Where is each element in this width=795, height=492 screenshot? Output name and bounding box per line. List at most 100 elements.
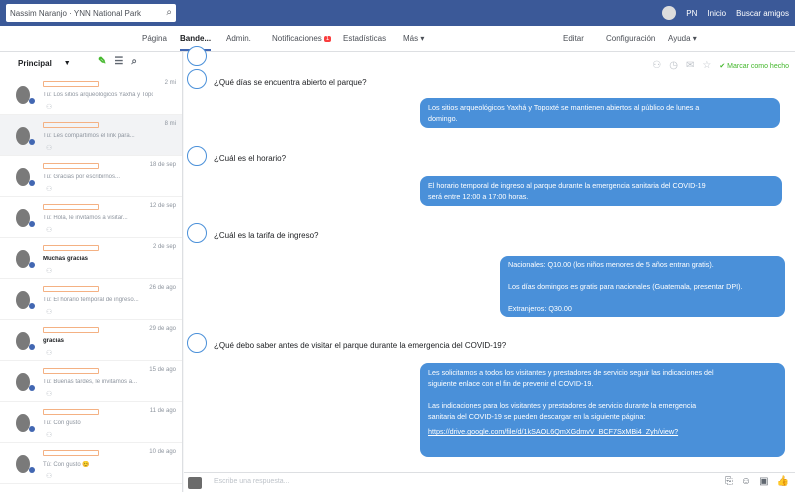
- search-icon[interactable]: ⌕: [166, 7, 172, 18]
- label-icon[interactable]: ⚇: [652, 60, 661, 71]
- reply-text: será entre 12:00 a 17:00 horas.: [428, 192, 529, 201]
- conversation-item[interactable]: Tú: Gracias por escribirnos... ⚇ 18 de sep: [0, 156, 182, 197]
- user-message: ¿Qué días se encuentra abierto el parque…: [214, 78, 367, 87]
- avatar: [16, 250, 30, 268]
- settings-link[interactable]: Configuración: [606, 34, 655, 43]
- message-snippet: gracias: [43, 338, 65, 344]
- reply-bubble: Nacionales: Q10.00 (los niños menores de…: [500, 256, 785, 317]
- contact-name: [43, 450, 99, 456]
- composer-tools: ⎘ ☺ ▣ 👍: [725, 476, 789, 487]
- contact-name: [43, 327, 99, 333]
- reply-text: Extranjeros: Q30.00: [508, 304, 572, 313]
- messenger-badge-icon: [29, 467, 35, 473]
- contact-name: [43, 163, 99, 169]
- message-composer: Escribe una respuesta... ⎘ ☺ ▣ 👍: [184, 472, 795, 492]
- star-icon[interactable]: ☆: [702, 60, 711, 71]
- messenger-badge-icon: [29, 98, 35, 104]
- user-message: ¿Cuál es la tarifa de ingreso?: [214, 231, 319, 240]
- message-snippet: Tú: Hola, le invitamos a visitar...: [43, 215, 128, 221]
- label-icon[interactable]: ⚇: [46, 103, 52, 111]
- conversation-date: 2 mi: [164, 80, 176, 86]
- filter-label[interactable]: Principal: [18, 59, 52, 68]
- notification-badge: 1: [323, 36, 332, 42]
- messenger-badge-icon: [29, 180, 35, 186]
- conversation-item[interactable]: Tú: Con gusto ⚇ 11 de ago: [0, 402, 182, 443]
- conversation-item[interactable]: Tú: Los sitios arqueológicos Yaxhá y Top…: [0, 74, 182, 115]
- search-text: Nassim Naranjo · YNN National Park: [10, 8, 142, 18]
- conversation-date: 26 de ago: [149, 285, 176, 291]
- gif-icon[interactable]: ▣: [759, 476, 768, 487]
- reply-text: Las indicaciones para los visitantes y p…: [428, 401, 697, 410]
- new-message-icon[interactable]: ✎: [98, 56, 106, 67]
- clock-icon[interactable]: ◷: [669, 60, 678, 71]
- search-input[interactable]: Nassim Naranjo · YNN National Park ⌕: [6, 4, 176, 22]
- tab-notifications[interactable]: Notificaciones 1: [272, 34, 332, 43]
- conversation-date: 12 de sep: [149, 203, 176, 209]
- bot-avatar: [187, 46, 207, 66]
- label-icon[interactable]: ⚇: [46, 472, 52, 480]
- conversation-item[interactable]: Tú: El horario temporal de ingreso... ⚇ 26…: [0, 279, 182, 320]
- reply-text: Les solicitamos a todos los visitantes y…: [428, 368, 714, 377]
- find-friends-link[interactable]: Buscar amigos: [736, 9, 789, 18]
- filter-icon[interactable]: ☰: [114, 56, 123, 67]
- label-icon[interactable]: ⚇: [46, 431, 52, 439]
- contact-name: [43, 409, 99, 415]
- conversation-list: Tú: Los sitios arqueológicos Yaxhá y Top…: [0, 74, 182, 484]
- contact-name: [43, 245, 99, 251]
- emoji-icon[interactable]: ☺: [741, 476, 751, 487]
- tab-inbox[interactable]: Bande...: [180, 34, 212, 51]
- camera-icon[interactable]: [188, 477, 202, 489]
- reply-bubble: Los sitios arqueológicos Yaxhá y Topoxté…: [420, 98, 780, 128]
- user-avatar[interactable]: [662, 6, 677, 20]
- search-icon[interactable]: ⌕: [131, 56, 137, 67]
- reply-bubble: Les solicitamos a todos los visitantes y…: [420, 363, 785, 457]
- contact-name: [43, 81, 99, 87]
- conversation-date: 8 mi: [164, 121, 176, 127]
- messenger-badge-icon: [29, 303, 35, 309]
- contact-name: [43, 122, 99, 128]
- reply-input[interactable]: Escribe una respuesta...: [214, 478, 290, 485]
- reply-text: domingo.: [428, 114, 458, 123]
- label-icon[interactable]: ⚇: [46, 308, 52, 316]
- label-icon[interactable]: ⚇: [46, 390, 52, 398]
- conversation-date: 29 de ago: [149, 326, 176, 332]
- conversation-item[interactable]: gracias ⚇ 29 de ago: [0, 320, 182, 361]
- help-link[interactable]: Ayuda ▾: [668, 34, 697, 43]
- label-icon[interactable]: ⚇: [46, 349, 52, 357]
- mark-done-button[interactable]: ✔ Marcar como hecho: [719, 62, 789, 70]
- conversation-item[interactable]: Muchas gracias ⚇ 2 de sep: [0, 238, 182, 279]
- tab-more[interactable]: Más ▾: [403, 34, 424, 43]
- envelope-icon[interactable]: ✉: [686, 60, 694, 71]
- avatar: [16, 291, 30, 309]
- avatar: [16, 332, 30, 350]
- label-icon[interactable]: ⚇: [46, 226, 52, 234]
- drive-link[interactable]: https://drive.google.com/file/d/1kSAOL6Q…: [428, 427, 678, 436]
- mark-done-label: Marcar como hecho: [727, 62, 789, 70]
- chevron-down-icon[interactable]: ▼: [64, 60, 71, 67]
- edit-link[interactable]: Editar: [563, 34, 584, 43]
- user-message: ¿Qué debo saber antes de visitar el parq…: [214, 341, 507, 350]
- conversation-item[interactable]: Tú: Buenas tardes, le invitamos a... ⚇ 15 …: [0, 361, 182, 402]
- messenger-badge-icon: [29, 344, 35, 350]
- tab-page[interactable]: Página: [142, 34, 167, 43]
- label-icon[interactable]: ⚇: [46, 144, 52, 152]
- label-icon[interactable]: ⚇: [46, 267, 52, 275]
- label-icon[interactable]: ⚇: [46, 185, 52, 193]
- user-name[interactable]: PN: [686, 9, 697, 18]
- user-message: ¿Cuál es el horario?: [214, 154, 287, 163]
- conversation-item[interactable]: Tú: Hola, le invitamos a visitar... ⚇ 12 d…: [0, 197, 182, 238]
- conversation-date: 11 de ago: [149, 408, 176, 414]
- conversation-item[interactable]: Tú: Con gusto 😊 ⚇ 10 de ago: [0, 443, 182, 484]
- message-snippet: Muchas gracias: [43, 256, 89, 262]
- attachment-icon[interactable]: ⎘: [725, 476, 733, 487]
- avatar: [16, 373, 30, 391]
- home-link[interactable]: Inicio: [707, 9, 726, 18]
- conversation-item[interactable]: Tú: Les compartimos el link para... ⚇ 8 mi: [0, 115, 182, 156]
- contact-name: [43, 286, 99, 292]
- bot-avatar: [187, 333, 207, 353]
- tab-insights[interactable]: Estadísticas: [343, 34, 386, 43]
- tab-admin[interactable]: Admin.: [226, 34, 251, 43]
- conversation-date: 10 de ago: [149, 449, 176, 455]
- like-icon[interactable]: 👍: [777, 476, 789, 487]
- messenger-badge-icon: [29, 139, 35, 145]
